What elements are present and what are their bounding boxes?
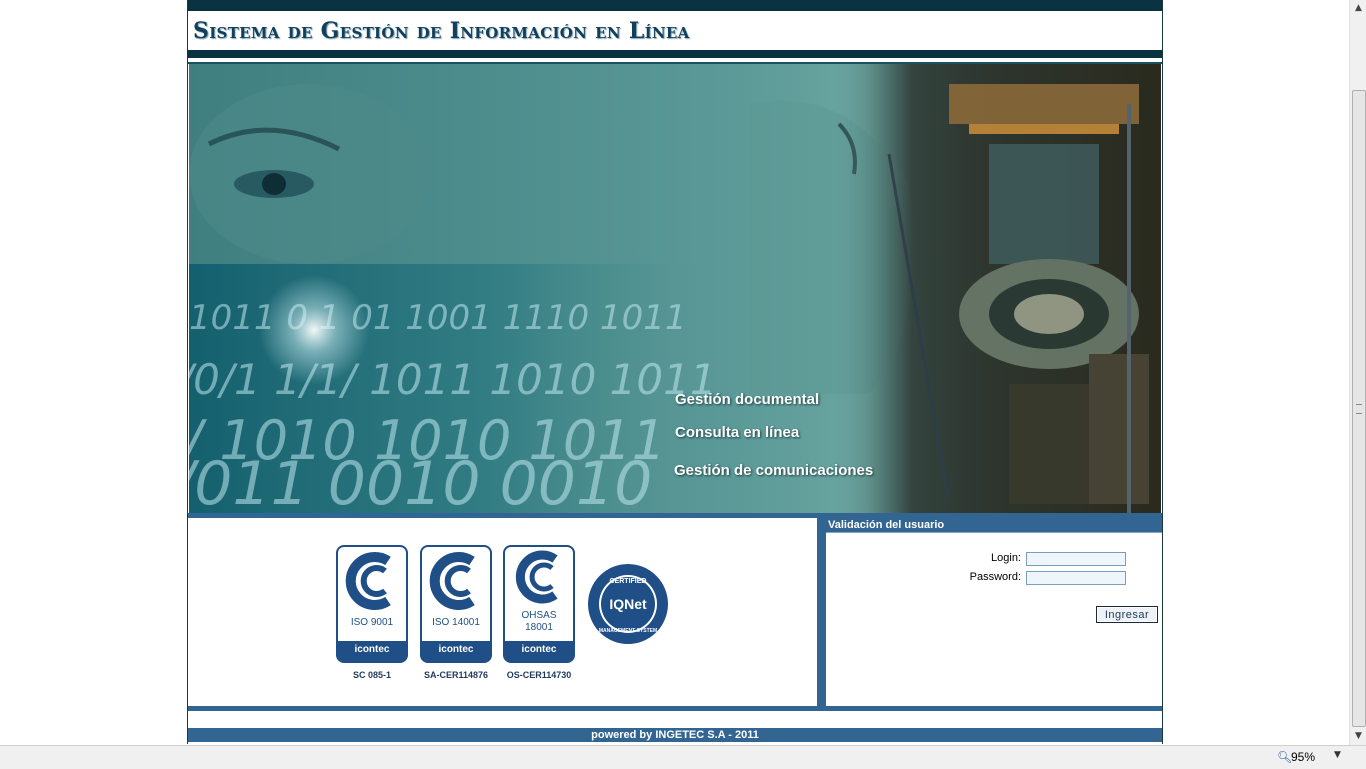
banner-artwork: 1011 0 1 01 1001 1110 1011 /0/1 1/1/ 101… (189, 64, 1161, 513)
cert-name: ISO 9001 (350, 617, 394, 628)
password-label: Password: (969, 571, 1021, 583)
cert-ohsas-18001-logo: OHSAS 18001 icontec (503, 545, 575, 663)
footer-gap (188, 711, 1162, 728)
cert-name-line1: OHSAS (521, 610, 557, 621)
cert-iso-14001-logo: ISO 14001 icontec (420, 545, 492, 663)
cert-code: OS-CER114730 (506, 670, 572, 680)
banner-label-gestion-documental: Gestión documental (675, 391, 820, 408)
login-header: Validación del usuario (826, 518, 1162, 532)
login-panel: Validación del usuario Login: Password: … (826, 518, 1162, 706)
login-input[interactable] (1026, 552, 1126, 566)
ingresar-button[interactable]: Ingresar (1096, 606, 1158, 623)
svg-text:CERTIFIED: CERTIFIED (610, 578, 647, 585)
vertical-scrollbar[interactable]: ▲ ▼ (1349, 0, 1366, 745)
page-frame: Sistema de Gestión de Información en Lín… (187, 0, 1163, 744)
cert-name: ISO 14001 (432, 617, 480, 628)
icontec-swirl-icon (345, 552, 391, 610)
svg-text:/0/1 1/1/ 1011 1010 1011: /0/1 1/1/ 1011 1010 1011 (189, 355, 717, 404)
hero-banner: 1011 0 1 01 1001 1110 1011 /0/1 1/1/ 101… (189, 64, 1161, 513)
login-label: Login: (991, 552, 1021, 564)
title-divider (188, 50, 1162, 58)
footer: powered by INGETEC S.A - 2011 (188, 728, 1162, 742)
status-bar: 🔍︎ 95% ▼ (0, 745, 1366, 769)
banner-label-consulta-en-linea: Consulta en línea (675, 424, 800, 441)
login-header-underline (826, 532, 1162, 533)
zoom-level[interactable]: 95% (1291, 750, 1315, 764)
certifications-panel: ISO 9001 icontec SC 085-1 ISO 14001 icon… (188, 518, 817, 706)
banner-label-gestion-comunicaciones: Gestión de comunicaciones (674, 462, 874, 479)
panel-divider (817, 518, 826, 706)
cert-brand: icontec (338, 641, 406, 661)
iqnet-certified-logo: CERTIFIED MANAGEMENT SYSTEM IQNet (588, 564, 668, 644)
icontec-swirl-icon (429, 552, 475, 610)
cert-name-line2: 18001 (525, 622, 553, 633)
grip-icon (1356, 404, 1362, 414)
scroll-up-arrow-icon[interactable]: ▲ (1350, 0, 1366, 17)
svg-text:MANAGEMENT SYSTEM: MANAGEMENT SYSTEM (599, 628, 657, 634)
cert-code: SC 085-1 (352, 670, 392, 680)
cert-brand: icontec (422, 641, 490, 661)
cert-iso-9001-logo: ISO 9001 icontec (336, 545, 408, 663)
scroll-down-arrow-icon[interactable]: ▼ (1350, 728, 1366, 745)
zoom-magnifier-icon[interactable]: 🔍︎ (1277, 750, 1292, 764)
scrollbar-thumb[interactable] (1352, 90, 1366, 727)
cert-brand: icontec (505, 641, 573, 661)
iqnet-brand: IQNet (609, 596, 647, 612)
chevron-down-icon[interactable]: ▼ (1334, 750, 1341, 760)
top-bar (188, 0, 1162, 11)
icontec-swirl-icon (515, 550, 558, 604)
password-input[interactable] (1026, 571, 1126, 585)
svg-text:/011 0010 0010: /011 0010 0010 (189, 449, 652, 513)
page-title: Sistema de Gestión de Información en Lín… (193, 18, 690, 44)
cert-code: SA-CER114876 (423, 670, 489, 680)
